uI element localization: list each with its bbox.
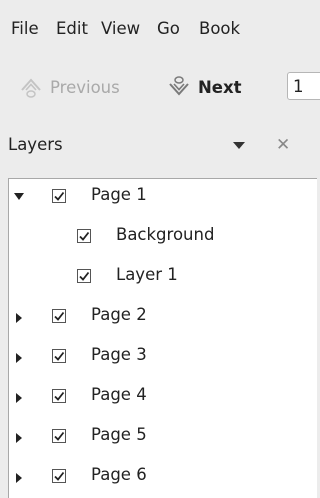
menu-bookmarks[interactable]: Book <box>199 19 240 38</box>
tree-row-label: Page 4 <box>91 385 147 404</box>
panel-title: Layers <box>8 135 63 154</box>
tree-row-label: Page 6 <box>91 465 147 484</box>
expander-closed-icon[interactable] <box>16 353 22 363</box>
visibility-checkbox[interactable] <box>52 349 66 363</box>
tree-row[interactable]: Background <box>9 219 317 259</box>
page-number-input[interactable]: 1 <box>287 72 320 100</box>
tree-row[interactable]: Page 6 <box>9 459 317 498</box>
menu-go[interactable]: Go <box>157 19 180 38</box>
tree-row[interactable]: Page 4 <box>9 379 317 419</box>
toolbar: Previous Next 1 <box>0 60 320 116</box>
expander-open-icon[interactable] <box>14 193 24 200</box>
tree-row-label: Background <box>116 225 215 244</box>
menu-edit[interactable]: Edit <box>56 19 88 38</box>
layers-tree: Page 1 Background Layer 1 Page 2 Page 3 Page … <box>8 178 317 498</box>
tree-row-label: Page 2 <box>91 305 147 324</box>
visibility-checkbox[interactable] <box>52 309 66 323</box>
tree-row[interactable]: Page 3 <box>9 339 317 379</box>
next-label: Next <box>198 77 242 97</box>
menu-view[interactable]: View <box>101 19 140 38</box>
tree-row-label: Page 5 <box>91 425 147 444</box>
tree-row-label: Page 3 <box>91 345 147 364</box>
expander-closed-icon[interactable] <box>16 473 22 483</box>
expander-closed-icon[interactable] <box>16 393 22 403</box>
tree-row[interactable]: Page 1 <box>9 179 317 219</box>
tree-row-label: Layer 1 <box>116 265 178 284</box>
tree-row[interactable]: Layer 1 <box>9 259 317 299</box>
next-button[interactable]: Next <box>166 72 242 102</box>
menu-file[interactable]: File <box>11 19 39 38</box>
previous-button[interactable]: Previous <box>18 72 120 102</box>
menu-bar: File Edit View Go Book <box>0 0 317 60</box>
tree-row[interactable]: Page 5 <box>9 419 317 459</box>
chevron-down-icon[interactable] <box>233 142 245 149</box>
tree-row[interactable]: Page 2 <box>9 299 317 339</box>
next-page-icon <box>166 74 192 100</box>
visibility-checkbox[interactable] <box>52 469 66 483</box>
previous-page-icon <box>18 74 44 100</box>
tree-row-label: Page 1 <box>91 185 147 204</box>
expander-closed-icon[interactable] <box>16 313 22 323</box>
visibility-checkbox[interactable] <box>77 229 91 243</box>
close-icon[interactable]: ✕ <box>276 135 290 155</box>
visibility-checkbox[interactable] <box>52 429 66 443</box>
expander-closed-icon[interactable] <box>16 433 22 443</box>
visibility-checkbox[interactable] <box>77 269 91 283</box>
visibility-checkbox[interactable] <box>52 189 66 203</box>
visibility-checkbox[interactable] <box>52 389 66 403</box>
layers-panel-header: Layers ✕ <box>0 128 317 162</box>
previous-label: Previous <box>50 77 120 97</box>
